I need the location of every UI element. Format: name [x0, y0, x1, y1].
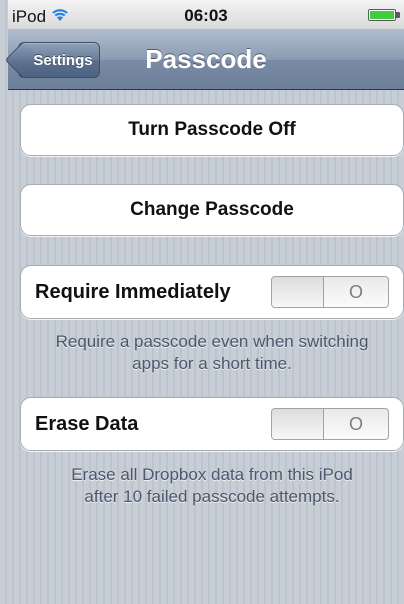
erase-footer-line2: after 10 failed passcode attempts.: [84, 487, 340, 506]
require-immediately-switch[interactable]: O: [271, 276, 389, 308]
status-time: 06:03: [184, 6, 228, 25]
turn-passcode-off-label: Turn Passcode Off: [128, 119, 296, 140]
erase-data-label: Erase Data: [35, 412, 139, 435]
require-immediately-footer: Require a passcode even when switching a…: [20, 331, 404, 375]
battery-icon: [368, 9, 396, 21]
require-immediately-label: Require Immediately: [35, 280, 231, 303]
back-button-label: Settings: [33, 51, 93, 69]
switch-knob[interactable]: [272, 277, 324, 307]
require-footer-line2: apps for a short time.: [132, 354, 292, 373]
battery-nub: [396, 12, 400, 18]
turn-passcode-off-button[interactable]: Turn Passcode Off: [20, 104, 404, 156]
erase-data-cell: Erase Data O: [20, 397, 404, 451]
change-passcode-button[interactable]: Change Passcode: [20, 184, 404, 236]
require-immediately-cell: Require Immediately O: [20, 265, 404, 319]
erase-footer-line1: Erase all Dropbox data from this iPod: [71, 465, 353, 484]
switch-off-indicator: O: [348, 413, 363, 434]
erase-data-switch[interactable]: O: [271, 408, 389, 440]
switch-knob[interactable]: [272, 409, 324, 439]
status-bar: iPod 06:03: [8, 0, 404, 30]
switch-off-indicator: O: [348, 281, 363, 302]
erase-data-footer: Erase all Dropbox data from this iPod af…: [20, 464, 404, 508]
change-passcode-label: Change Passcode: [130, 199, 294, 220]
battery-level-fill: [370, 11, 394, 19]
navigation-bar: Settings Passcode: [4, 30, 404, 90]
require-footer-line1: Require a passcode even when switching: [55, 332, 369, 351]
